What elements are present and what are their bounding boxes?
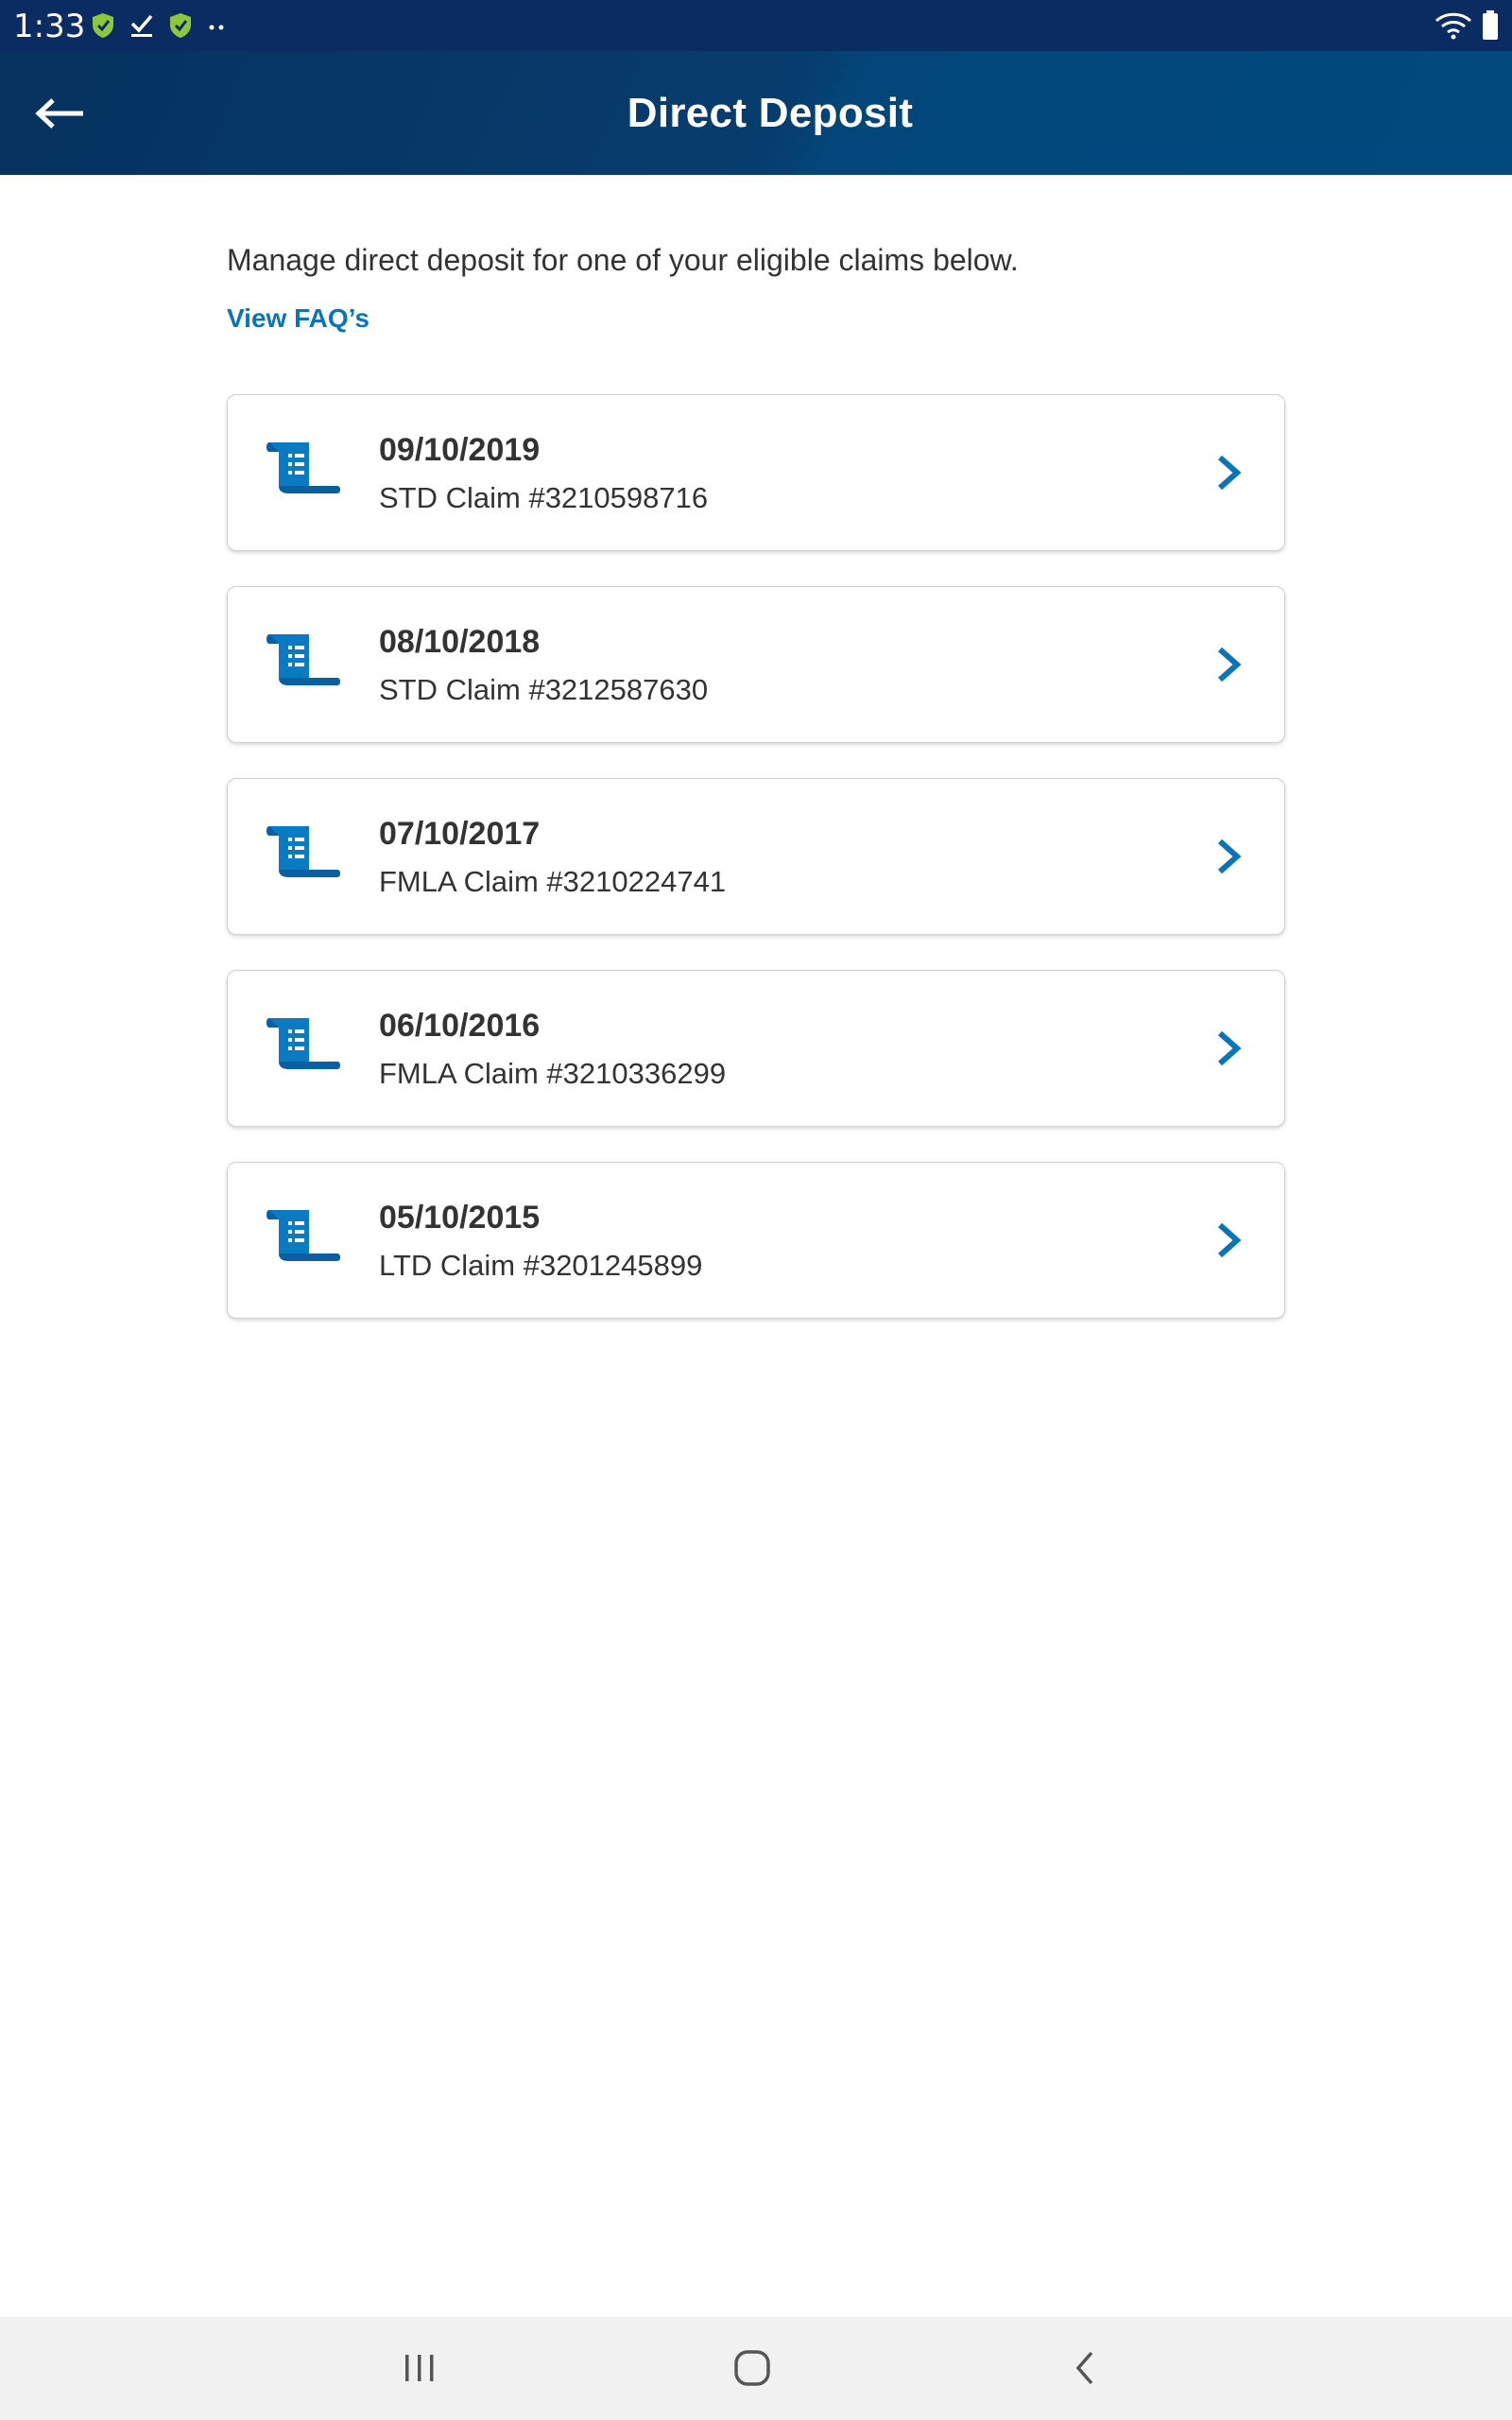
home-button[interactable] — [714, 2338, 790, 2398]
app-bar: Direct Deposit — [0, 51, 1512, 175]
chevron-right-icon — [1218, 455, 1242, 491]
status-system-icons — [1435, 9, 1499, 42]
claim-card[interactable]: 05/10/2015 LTD Claim #3201245899 — [227, 1162, 1285, 1319]
system-back-button[interactable] — [1047, 2338, 1123, 2398]
view-faqs-link[interactable]: View FAQ’s — [227, 303, 369, 334]
recent-apps-icon — [405, 2355, 434, 2381]
shield-check-icon — [170, 13, 191, 38]
shield-check-icon — [93, 13, 113, 38]
chevron-right-icon — [1218, 1222, 1242, 1258]
chevron-right-icon — [1218, 647, 1242, 683]
claim-card[interactable]: 07/10/2017 FMLA Claim #3210224741 — [227, 778, 1285, 935]
claim-number: LTD Claim #3201245899 — [379, 1249, 703, 1282]
main-content: Manage direct deposit for one of your el… — [227, 175, 1287, 1354]
document-scroll-icon — [266, 1018, 340, 1069]
wifi-icon — [1435, 12, 1472, 40]
checkmark-icon — [130, 14, 153, 37]
document-scroll-icon — [266, 826, 340, 877]
claim-date: 07/10/2017 — [379, 816, 541, 852]
battery-icon — [1483, 10, 1498, 40]
page-title: Direct Deposit — [627, 89, 914, 136]
system-nav-bar — [0, 2317, 1512, 2420]
chevron-right-icon — [1218, 838, 1242, 874]
more-dots-icon — [209, 25, 224, 30]
status-notification-icons — [91, 11, 229, 40]
status-bar: 1:33 — [0, 0, 1512, 51]
recent-apps-button[interactable] — [382, 2338, 457, 2398]
chevron-right-icon — [1218, 1030, 1242, 1066]
claim-number: FMLA Claim #3210336299 — [379, 1057, 727, 1090]
claim-card[interactable]: 06/10/2016 FMLA Claim #3210336299 — [227, 970, 1285, 1127]
claim-card[interactable]: 08/10/2018 STD Claim #3212587630 — [227, 586, 1285, 743]
claim-date: 09/10/2019 — [379, 432, 541, 468]
claims-list: 09/10/2019 STD Claim #3210598716 08/10/2… — [227, 394, 1287, 1319]
claim-date: 06/10/2016 — [379, 1008, 541, 1044]
document-scroll-icon — [266, 1210, 340, 1261]
claim-card[interactable]: 09/10/2019 STD Claim #3210598716 — [227, 394, 1285, 551]
claim-number: STD Claim #3210598716 — [379, 481, 709, 514]
document-scroll-icon — [266, 634, 340, 685]
claim-date: 08/10/2018 — [379, 624, 541, 660]
document-scroll-icon — [266, 442, 340, 493]
intro-text: Manage direct deposit for one of your el… — [227, 243, 1019, 277]
claim-date: 05/10/2015 — [379, 1200, 541, 1236]
claim-number: STD Claim #3212587630 — [379, 673, 709, 706]
claim-number: FMLA Claim #3210224741 — [379, 865, 727, 898]
home-icon — [734, 2350, 770, 2386]
status-time: 1:33 — [13, 8, 86, 45]
back-icon — [1075, 2351, 1093, 2385]
